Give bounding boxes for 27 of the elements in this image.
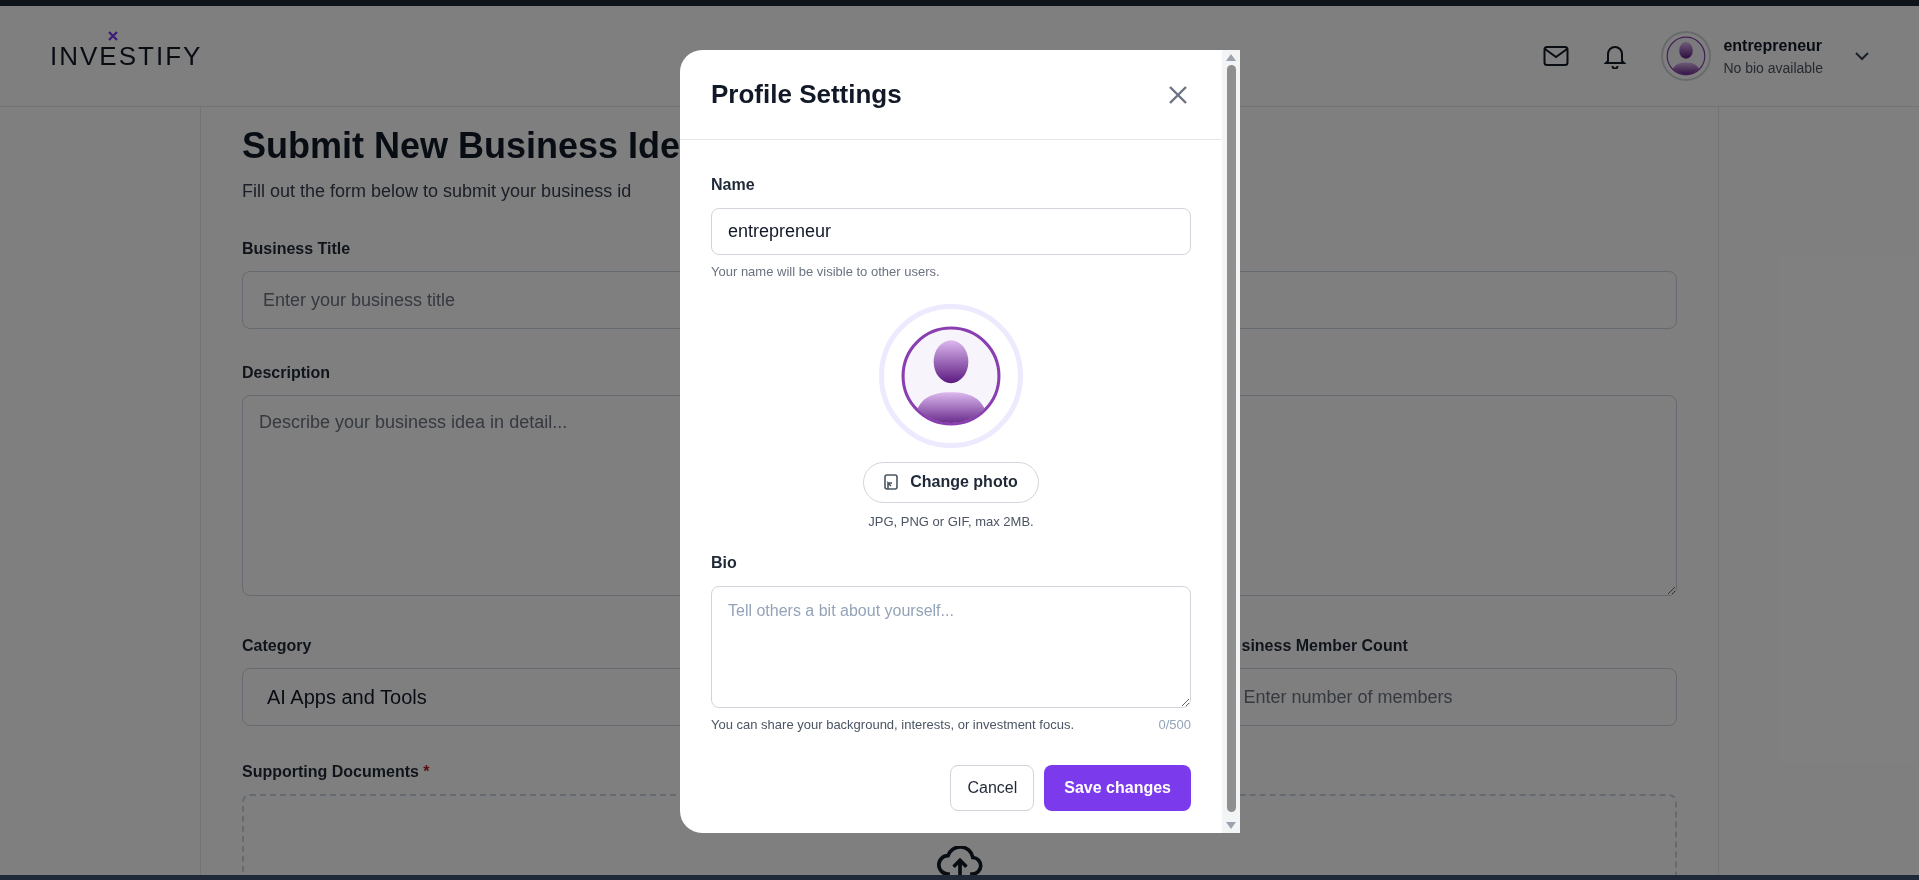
user-name: entrepreneur [1723, 36, 1823, 56]
field-label: siness Member Count [1240, 636, 1408, 656]
save-button[interactable]: Save changes [1044, 764, 1191, 811]
logo[interactable]: INVESTIFY [50, 36, 203, 76]
field-label: Description [242, 363, 330, 383]
field-label: Bio [711, 553, 737, 573]
x-mark-icon [108, 30, 118, 41]
dialog-title: Profile Settings [711, 78, 902, 111]
page-subtitle: Fill out the form below to submit your business id [242, 180, 632, 203]
bell-icon[interactable] [1603, 43, 1628, 69]
user-bio: No bio available [1723, 59, 1823, 78]
field-label: Name [711, 175, 755, 195]
close-icon[interactable] [1168, 84, 1188, 105]
page-title: Submit New Business Ide [242, 124, 682, 168]
field-label: Category [242, 636, 312, 656]
change-photo-button[interactable]: Change photo [863, 461, 1039, 503]
chevron-down-icon[interactable] [1855, 51, 1869, 61]
field-label: Business Title [242, 239, 351, 259]
bio-field[interactable]: Tell others a bit about yourself... [711, 586, 1191, 708]
field-label: Supporting Documents * [242, 762, 430, 782]
name-hint: Your name will be visible to other users. [711, 263, 941, 281]
user-avatar [1666, 36, 1707, 76]
name-field[interactable]: entrepreneur [711, 208, 1191, 255]
image-icon [884, 474, 899, 490]
photo-hint: JPG, PNG or GIF, max 2MB. [868, 512, 1034, 531]
cancel-button[interactable]: Cancel [950, 764, 1035, 811]
mail-icon[interactable] [1543, 45, 1570, 67]
